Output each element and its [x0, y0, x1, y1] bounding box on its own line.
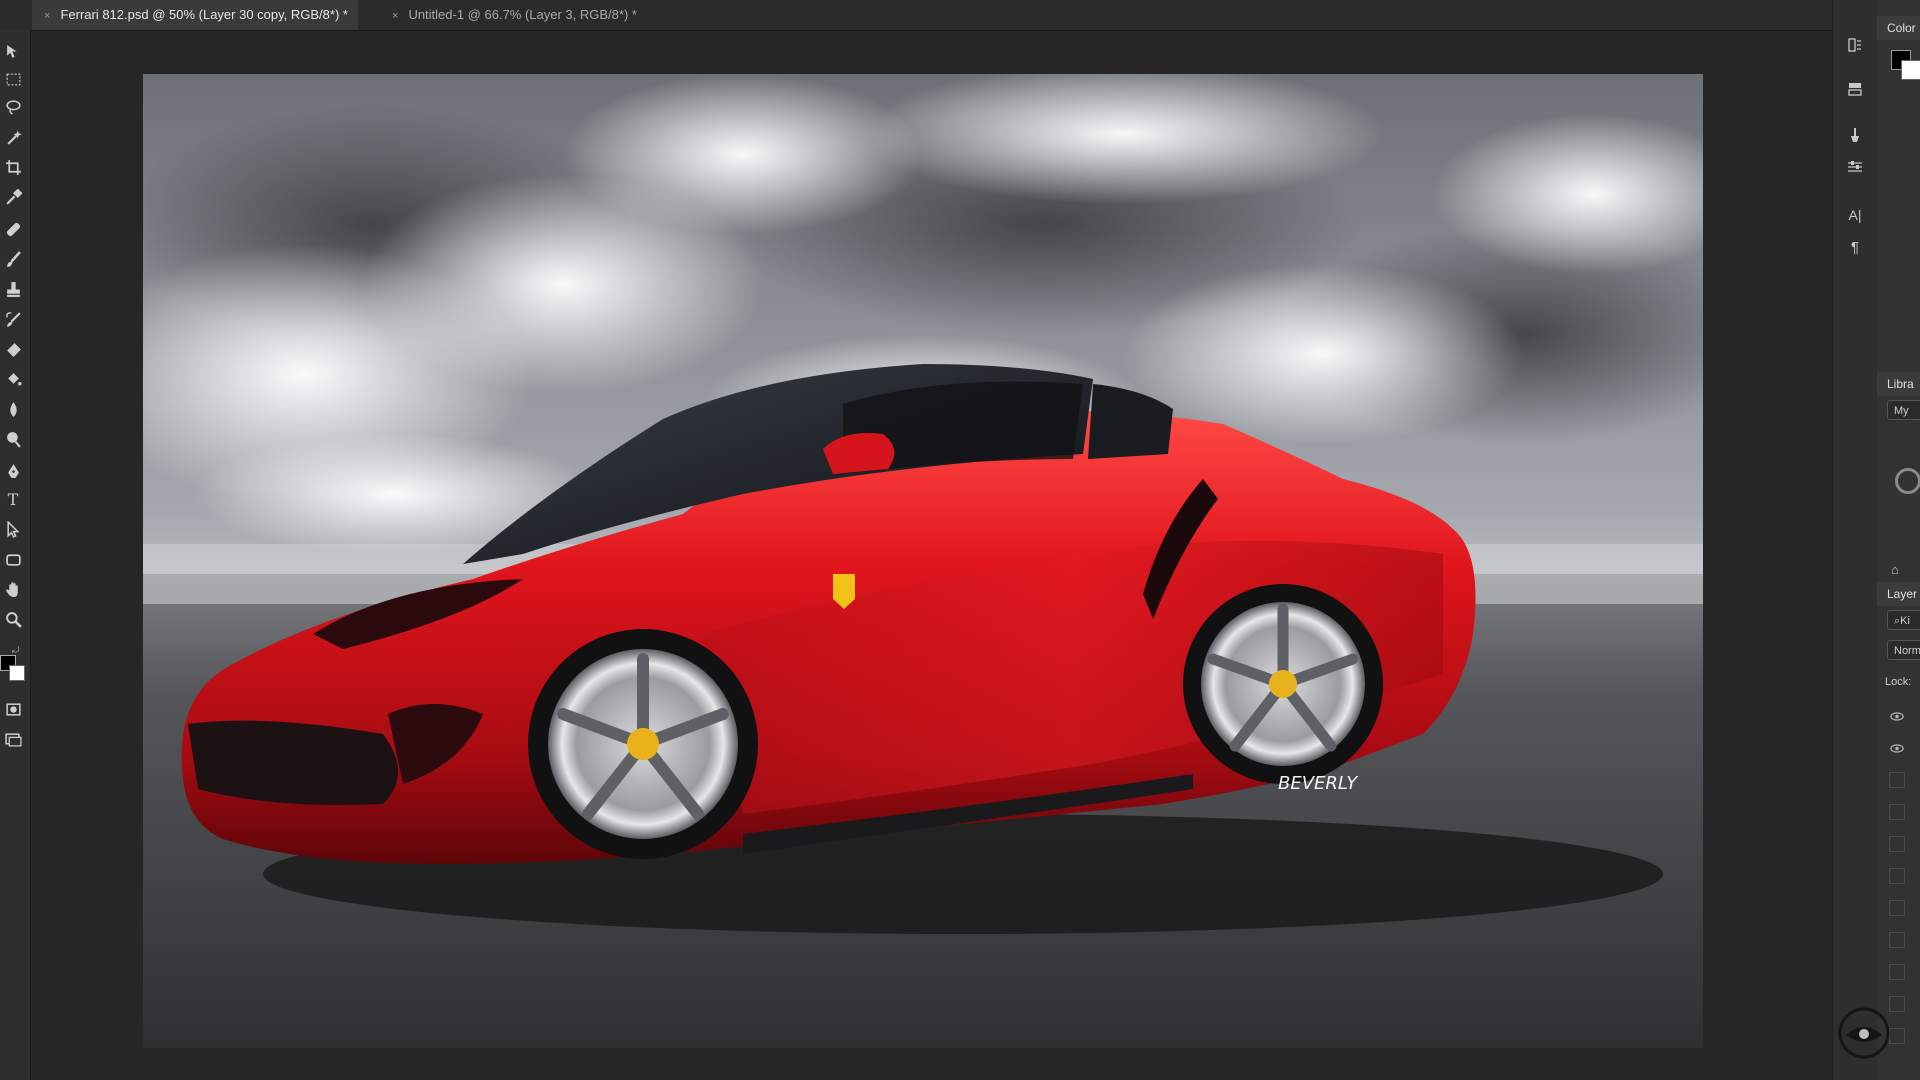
dodge-icon[interactable]: [0, 426, 26, 452]
crop-icon[interactable]: [0, 154, 26, 180]
color-panel-background-swatch[interactable]: [1901, 60, 1920, 80]
magic-wand-icon[interactable]: [0, 124, 26, 150]
character-icon[interactable]: A|: [1844, 204, 1866, 226]
ferrari-artwork: BEVERLY: [143, 74, 1703, 1048]
layers-filter-search[interactable]: ⌕Ki: [1887, 610, 1920, 630]
background-color-swatch[interactable]: [9, 665, 25, 681]
eyedropper-icon[interactable]: [0, 184, 26, 210]
hand-icon[interactable]: [0, 576, 26, 602]
quick-mask-icon[interactable]: [0, 696, 26, 722]
marquee-icon[interactable]: [0, 66, 26, 92]
document-canvas[interactable]: BEVERLY: [143, 74, 1703, 1048]
tab-title: Untitled-1 @ 66.7% (Layer 3, RGB/8*) *: [408, 7, 637, 22]
brush-settings-icon[interactable]: [1844, 124, 1866, 146]
brush-icon[interactable]: [0, 246, 26, 272]
history-icon[interactable]: [1844, 34, 1866, 56]
zoom-icon[interactable]: [0, 606, 26, 632]
layer-visibility-toggle[interactable]: [1889, 836, 1905, 852]
tab-close-icon[interactable]: ×: [44, 1, 50, 31]
layer-visibility-toggle[interactable]: [1889, 868, 1905, 884]
blur-icon[interactable]: [0, 396, 26, 422]
color-swatches[interactable]: ⤾: [0, 645, 28, 683]
layers-panel-title[interactable]: Layer: [1877, 582, 1920, 606]
libraries-dropdown[interactable]: My: [1887, 400, 1920, 420]
tab-ferrari-812[interactable]: × Ferrari 812.psd @ 50% (Layer 30 copy, R…: [32, 0, 358, 30]
healing-brush-icon[interactable]: [0, 216, 26, 242]
color-panel-title[interactable]: Color: [1877, 16, 1920, 40]
blend-mode-select[interactable]: Norm: [1887, 640, 1920, 660]
properties-icon[interactable]: [1844, 78, 1866, 100]
canvas-area[interactable]: BEVERLY: [31, 31, 1815, 1080]
panel-icon-strip: A| ¶: [1832, 0, 1878, 1080]
artist-signature: BEVERLY: [1278, 773, 1359, 794]
history-brush-icon[interactable]: [0, 306, 26, 332]
layer-visibility-eye-icon[interactable]: [1887, 706, 1907, 726]
rectangle-icon[interactable]: [0, 546, 26, 572]
eraser-icon[interactable]: [0, 336, 26, 362]
layer-visibility-toggle[interactable]: [1889, 964, 1905, 980]
libraries-panel-title[interactable]: Libra: [1877, 372, 1920, 396]
tab-title: Ferrari 812.psd @ 50% (Layer 30 copy, RG…: [60, 7, 348, 22]
layer-visibility-toggle[interactable]: [1889, 900, 1905, 916]
right-panels: Color Libra My ⌂ Layer ⌕Ki Norm Lock:: [1877, 0, 1920, 1080]
clone-stamp-icon[interactable]: [0, 276, 26, 302]
paragraph-icon[interactable]: ¶: [1844, 236, 1866, 258]
path-selection-icon[interactable]: [0, 516, 26, 542]
tab-close-icon[interactable]: ×: [392, 1, 398, 31]
adjustments-icon[interactable]: [1844, 156, 1866, 178]
pen-icon[interactable]: [0, 458, 26, 484]
layer-visibility-toggle[interactable]: [1889, 772, 1905, 788]
document-tab-bar: × Ferrari 812.psd @ 50% (Layer 30 copy, R…: [0, 0, 1832, 31]
channel-logo-icon: [1838, 1007, 1890, 1059]
lasso-icon[interactable]: [0, 94, 26, 120]
creative-cloud-icon: [1895, 468, 1920, 494]
tab-untitled-1[interactable]: × Untitled-1 @ 66.7% (Layer 3, RGB/8*) *: [380, 0, 647, 30]
screen-mode-icon[interactable]: [0, 726, 26, 752]
layer-visibility-toggle[interactable]: [1889, 932, 1905, 948]
layer-visibility-toggle[interactable]: [1889, 804, 1905, 820]
move-icon[interactable]: [0, 38, 26, 64]
paint-bucket-icon[interactable]: [0, 366, 26, 392]
lock-label: Lock:: [1885, 676, 1912, 688]
tools-panel: T ⤾: [0, 30, 31, 1080]
panel-options-icon[interactable]: ⌂: [1891, 562, 1899, 577]
type-icon[interactable]: T: [0, 486, 26, 512]
layer-visibility-eye-icon[interactable]: [1887, 738, 1907, 758]
